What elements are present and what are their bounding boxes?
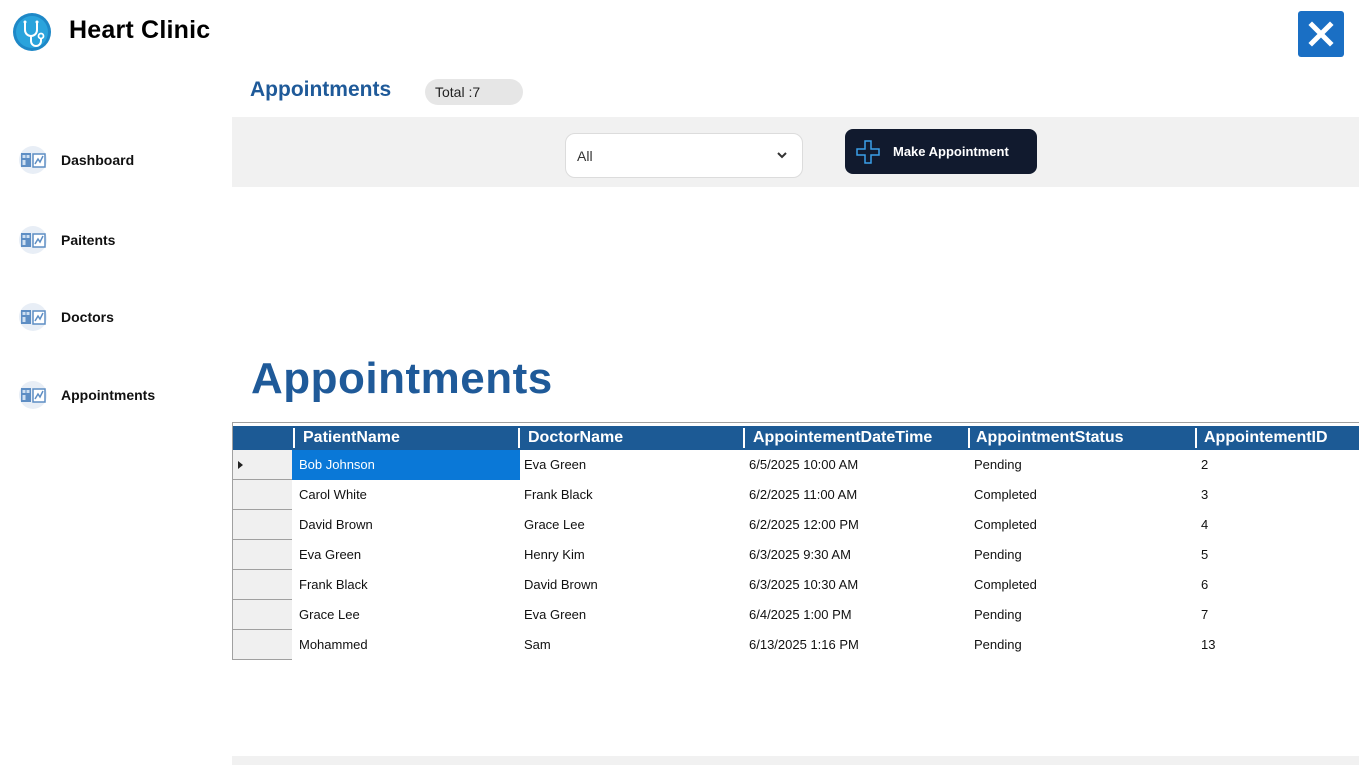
table-row[interactable]: David Brown Grace Lee 6/2/2025 12:00 PM Com…	[292, 510, 1359, 540]
report-icon	[19, 226, 47, 254]
table-cell[interactable]: 6/3/2025 9:30 AM	[749, 540, 851, 570]
table-cell[interactable]: 3	[1201, 480, 1208, 510]
make-appointment-label: Make Appointment	[893, 144, 1009, 159]
stethoscope-logo-icon	[13, 13, 51, 51]
table-cell[interactable]: Completed	[974, 510, 1037, 540]
row-header[interactable]	[233, 540, 292, 570]
column-separator	[743, 428, 745, 448]
table-cell[interactable]: Pending	[974, 450, 1022, 480]
table-cell[interactable]: 2	[1201, 450, 1208, 480]
column-header-datetime[interactable]: AppointementDateTime	[753, 426, 968, 450]
table-cell[interactable]: 6/4/2025 1:00 PM	[749, 600, 852, 630]
report-icon	[19, 146, 47, 174]
table-cell[interactable]: 6/3/2025 10:30 AM	[749, 570, 858, 600]
section-heading: Appointments	[251, 354, 553, 403]
column-separator	[1195, 428, 1197, 448]
filter-value: All	[577, 147, 593, 164]
total-badge: Total :7	[425, 79, 523, 105]
table-cell[interactable]: David Brown	[299, 510, 373, 540]
table-cell[interactable]: 6/2/2025 12:00 PM	[749, 510, 859, 540]
table-cell[interactable]: Eva Green	[524, 450, 586, 480]
table-cell[interactable]: Mohammed	[299, 630, 368, 660]
table-cell[interactable]: Grace Lee	[299, 600, 360, 630]
make-appointment-button[interactable]: Make Appointment	[845, 129, 1037, 174]
column-separator	[968, 428, 970, 448]
table-cell[interactable]: 6/5/2025 10:00 AM	[749, 450, 858, 480]
sidebar-item-dashboard[interactable]: Dashboard	[18, 145, 134, 175]
sidebar-item-appointments[interactable]: Appointments	[18, 380, 155, 410]
chevron-down-icon	[777, 152, 787, 159]
table-row[interactable]: Mohammed Sam 6/13/2025 1:16 PM Pending 13	[292, 630, 1359, 660]
status-filter-select[interactable]: All	[565, 133, 803, 178]
grid-header: PatientName DoctorName AppointementDateT…	[233, 426, 1359, 450]
sidebar-item-label: Dashboard	[61, 152, 135, 168]
table-row[interactable]: Bob Johnson Eva Green 6/5/2025 10:00 AM Pen…	[292, 450, 1359, 480]
table-cell[interactable]: Pending	[974, 630, 1022, 660]
table-row[interactable]: Carol White Frank Black 6/2/2025 11:00 AM C…	[292, 480, 1359, 510]
report-icon	[19, 381, 47, 409]
sidebar-item-doctors[interactable]: Doctors	[18, 302, 114, 332]
table-cell[interactable]: 5	[1201, 540, 1208, 570]
table-cell[interactable]: 6/2/2025 11:00 AM	[749, 480, 857, 510]
table-row[interactable]: Eva Green Henry Kim 6/3/2025 9:30 AM Pendin…	[292, 540, 1359, 570]
table-cell[interactable]: David Brown	[524, 570, 598, 600]
plus-icon	[856, 139, 880, 164]
column-separator	[518, 428, 520, 448]
table-cell[interactable]: Frank Black	[524, 480, 593, 510]
row-pointer-icon	[238, 461, 243, 469]
table-cell[interactable]: Eva Green	[524, 600, 586, 630]
table-row[interactable]: Frank Black David Brown 6/3/2025 10:30 AM C…	[292, 570, 1359, 600]
column-separator	[293, 428, 295, 448]
column-header-id[interactable]: AppointementID	[1204, 426, 1359, 450]
table-cell[interactable]: Eva Green	[299, 540, 361, 570]
table-cell[interactable]: Henry Kim	[524, 540, 585, 570]
column-header-patientname[interactable]: PatientName	[303, 426, 523, 450]
row-header[interactable]	[233, 570, 292, 600]
row-header[interactable]	[233, 630, 292, 660]
table-cell[interactable]: Sam	[524, 630, 551, 660]
report-icon	[19, 303, 47, 331]
close-icon	[1308, 21, 1334, 47]
table-cell[interactable]: Bob Johnson	[292, 450, 520, 480]
sidebar-item-label: Doctors	[61, 309, 114, 325]
table-cell[interactable]: Pending	[974, 600, 1022, 630]
table-cell[interactable]: 4	[1201, 510, 1208, 540]
sidebar-item-patients[interactable]: Paitents	[18, 225, 115, 255]
close-button[interactable]	[1298, 11, 1344, 57]
table-cell[interactable]: Grace Lee	[524, 510, 585, 540]
page-title: Appointments	[250, 78, 392, 101]
table-cell[interactable]: Completed	[974, 570, 1037, 600]
table-cell[interactable]: Completed	[974, 480, 1037, 510]
sidebar-item-label: Appointments	[61, 387, 156, 403]
column-header-doctorname[interactable]: DoctorName	[528, 426, 743, 450]
table-cell[interactable]: Frank Black	[299, 570, 368, 600]
table-row[interactable]: Grace Lee Eva Green 6/4/2025 1:00 PM Pendin…	[292, 600, 1359, 630]
row-header[interactable]	[233, 510, 292, 540]
row-header[interactable]	[233, 600, 292, 630]
horizontal-scrollbar[interactable]	[232, 756, 1359, 765]
sidebar-item-label: Paitents	[61, 232, 116, 248]
row-header[interactable]	[233, 480, 292, 510]
table-cell[interactable]: 6/13/2025 1:16 PM	[749, 630, 859, 660]
table-cell[interactable]: 7	[1201, 600, 1208, 630]
table-cell[interactable]: 6	[1201, 570, 1208, 600]
column-header-status[interactable]: AppointmentStatus	[976, 426, 1191, 450]
app-title: Heart Clinic	[69, 16, 211, 44]
table-cell[interactable]: 13	[1201, 630, 1215, 660]
table-cell[interactable]: Carol White	[299, 480, 367, 510]
grid-top-border	[232, 422, 1359, 423]
table-cell[interactable]: Pending	[974, 540, 1022, 570]
